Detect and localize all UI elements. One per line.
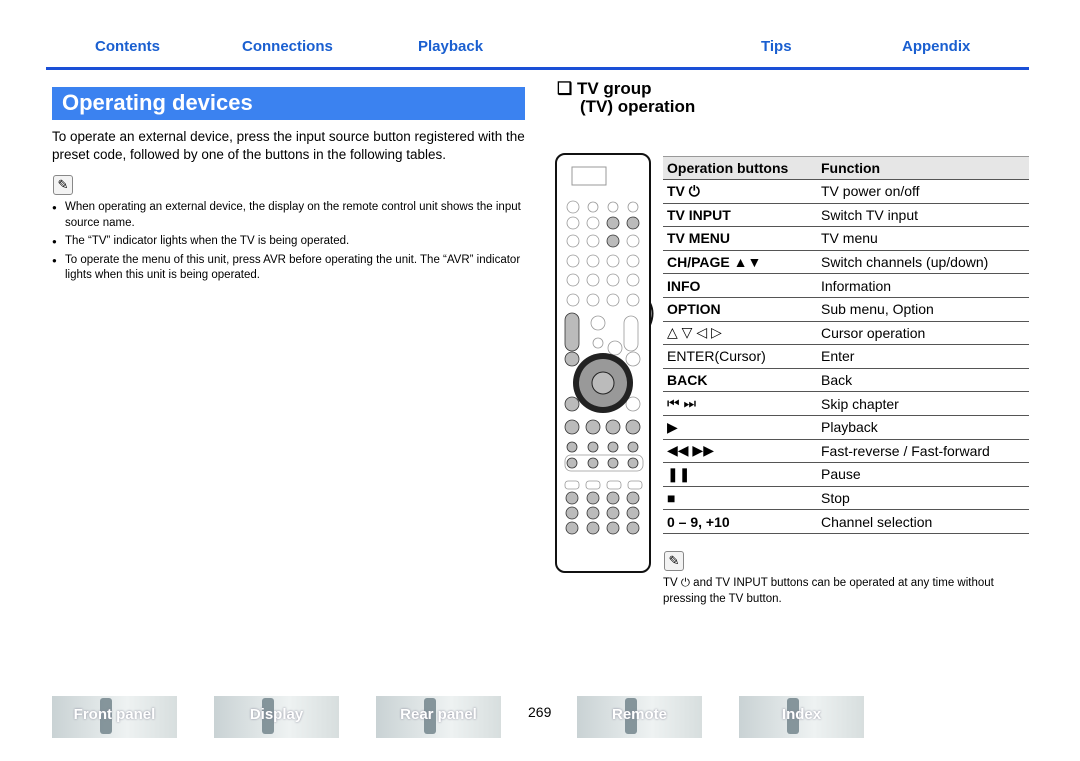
operation-table: Operation buttons Function TV ⏻ TV power o… xyxy=(663,156,1029,534)
note-item: The “TV” indicator lights when the TV is… xyxy=(52,234,522,250)
table-row: BACK Back xyxy=(663,368,1029,393)
function-cell: Pause xyxy=(817,462,1029,487)
function-cell: Stop xyxy=(817,486,1029,511)
section-heading: ❑ TV group (TV) operation xyxy=(557,80,695,116)
operation-button-cell: TV INPUT xyxy=(663,203,817,228)
function-cell: Information xyxy=(817,273,1029,298)
column-header: Operation buttons xyxy=(663,156,817,180)
table-row: ■ Stop xyxy=(663,486,1029,511)
note-item: To operate the menu of this unit, press … xyxy=(52,253,522,284)
function-cell: Switch TV input xyxy=(817,203,1029,228)
operation-button-cell: OPTION xyxy=(663,297,817,322)
function-cell: Switch channels (up/down) xyxy=(817,250,1029,275)
header-divider xyxy=(46,67,1029,70)
section-subtitle: (TV) operation xyxy=(580,97,696,116)
operation-button-cell: △ ▽ ◁ ▷ xyxy=(663,321,817,346)
operation-button-cell: TV ⏻ xyxy=(663,179,817,204)
notes-list: When operating an external device, the d… xyxy=(52,200,522,287)
table-row: ❚❚ Pause xyxy=(663,462,1029,487)
operation-button-cell: CH/PAGE ▲▼ xyxy=(663,250,817,275)
function-cell: TV power on/off xyxy=(817,179,1029,204)
footer-display-button[interactable]: Display xyxy=(214,696,339,738)
function-cell: Fast-reverse / Fast-forward xyxy=(817,439,1029,464)
section-title: ❑ TV group xyxy=(557,79,652,98)
operation-button-cell: 0 – 9, +10 xyxy=(663,509,817,534)
operation-button-cell: INFO xyxy=(663,273,817,298)
table-row: ▶ Playback xyxy=(663,415,1029,440)
function-cell: TV menu xyxy=(817,226,1029,251)
column-header: Function xyxy=(817,156,1029,180)
table-row: 0 – 9, +10 Channel selection xyxy=(663,509,1029,534)
note-item: When operating an external device, the d… xyxy=(52,200,522,231)
operation-button-cell: ◀◀ ▶▶ xyxy=(663,439,817,464)
page-title: Operating devices xyxy=(52,87,525,120)
function-cell: Sub menu, Option xyxy=(817,297,1029,322)
nav-connections[interactable]: Connections xyxy=(242,38,333,55)
footer-front-panel-button[interactable]: Front panel xyxy=(52,696,177,738)
page-number: 269 xyxy=(528,704,552,720)
note-pencil-icon: ✎ xyxy=(664,551,684,571)
table-row: TV ⏻ TV power on/off xyxy=(663,179,1029,204)
function-cell: Playback xyxy=(817,415,1029,440)
footer-label: Front panel xyxy=(73,706,156,723)
footer-label: Display xyxy=(249,706,304,723)
table-row: CH/PAGE ▲▼ Switch channels (up/down) xyxy=(663,250,1029,275)
function-cell: Enter xyxy=(817,344,1029,369)
nav-tips[interactable]: Tips xyxy=(761,38,792,55)
table-row: TV MENU TV menu xyxy=(663,226,1029,251)
table-row: OPTION Sub menu, Option xyxy=(663,297,1029,322)
table-row: TV INPUT Switch TV input xyxy=(663,203,1029,228)
operation-button-cell: BACK xyxy=(663,368,817,393)
intro-text: To operate an external device, press the… xyxy=(52,129,525,162)
operation-button-cell: ▶ xyxy=(663,415,817,440)
footer-rear-panel-button[interactable]: Rear panel xyxy=(376,696,501,738)
footer-label: Index xyxy=(781,706,822,723)
note-pencil-icon: ✎ xyxy=(53,175,73,195)
footer-label: Rear panel xyxy=(400,706,477,723)
operation-button-cell: ■ xyxy=(663,486,817,511)
remote-control-illustration xyxy=(555,153,654,573)
nav-playback[interactable]: Playback xyxy=(418,38,483,55)
nav-appendix[interactable]: Appendix xyxy=(902,38,970,55)
tv-note: TV ⏻ and TV INPUT buttons can be operate… xyxy=(663,577,994,605)
table-row: ENTER(Cursor) Enter xyxy=(663,344,1029,369)
footer-remote-button[interactable]: Remote xyxy=(577,696,702,738)
function-cell: Back xyxy=(817,368,1029,393)
function-cell: Skip chapter xyxy=(817,391,1029,416)
table-row: INFO Information xyxy=(663,273,1029,298)
function-cell: Channel selection xyxy=(817,509,1029,534)
table-row: △ ▽ ◁ ▷ Cursor operation xyxy=(663,321,1029,346)
footer-label: Remote xyxy=(611,706,667,723)
table-row: ⏮ ⏭ Skip chapter xyxy=(663,391,1029,416)
operation-button-cell: ⏮ ⏭ xyxy=(663,391,817,416)
table-row: ◀◀ ▶▶ Fast-reverse / Fast-forward xyxy=(663,439,1029,464)
operation-button-cell: ENTER(Cursor) xyxy=(663,344,817,369)
nav-contents[interactable]: Contents xyxy=(95,38,160,55)
operation-button-cell: TV MENU xyxy=(663,226,817,251)
footer-index-button[interactable]: Index xyxy=(739,696,864,738)
operation-button-cell: ❚❚ xyxy=(663,462,817,487)
function-cell: Cursor operation xyxy=(817,321,1029,346)
